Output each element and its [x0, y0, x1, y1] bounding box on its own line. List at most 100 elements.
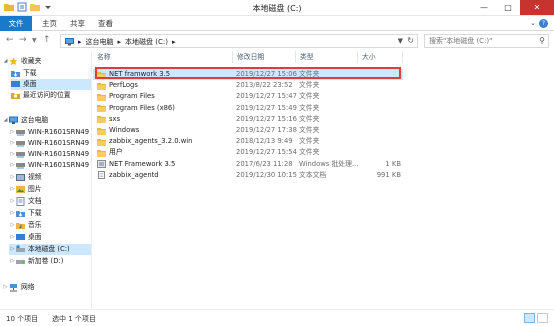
- expand-icon[interactable]: ▷: [9, 208, 16, 219]
- file-type: 文件夹: [299, 137, 320, 146]
- file-name: sxs: [109, 114, 121, 123]
- refresh-icon[interactable]: ↻: [407, 36, 414, 45]
- nav-volume-d[interactable]: ▷ 新加卷 (D:): [9, 256, 64, 267]
- file-row[interactable]: sxs 2019/12/27 15:16 文件夹: [93, 114, 403, 125]
- back-button[interactable]: ←: [6, 35, 14, 45]
- nav-network-drive[interactable]: ▷ WIN-R1601SRN49: [9, 138, 90, 149]
- nav-network-drive[interactable]: ▷ WIN-R1601SRN49: [9, 149, 90, 160]
- file-name: 用户: [109, 148, 123, 157]
- expand-icon[interactable]: ▷: [9, 244, 16, 255]
- window-controls: — □ ✕: [472, 0, 554, 15]
- expand-icon[interactable]: ▷: [2, 282, 9, 293]
- file-date: 2019/12/27 15:47: [236, 92, 297, 101]
- recent-locations-icon[interactable]: ▼: [32, 37, 37, 44]
- tab-share[interactable]: 共享: [62, 16, 93, 31]
- nav-item-label: 图片: [28, 185, 42, 193]
- file-name: PerfLogs: [109, 81, 138, 90]
- column-header-date[interactable]: 修改日期: [233, 51, 296, 63]
- expand-icon[interactable]: ▷: [9, 196, 16, 207]
- file-row[interactable]: 用户 2019/12/27 15:54 文件夹: [93, 147, 403, 158]
- file-row[interactable]: zabbix_agentd 2019/12/30 10:15 文本文档 991 KB: [93, 170, 403, 181]
- maximize-button[interactable]: □: [496, 0, 520, 15]
- expand-icon[interactable]: ▷: [9, 184, 16, 195]
- details-view-button[interactable]: [524, 313, 535, 323]
- nav-network-drive[interactable]: ▷ WIN-R1601SRN49: [9, 160, 90, 171]
- expand-icon[interactable]: ▷: [9, 172, 16, 183]
- documents-folder-icon: [16, 197, 25, 206]
- nav-item-label: WIN-R1601SRN49: [28, 139, 90, 147]
- file-row[interactable]: Windows 2019/12/27 17:38 文件夹: [93, 125, 403, 136]
- folder-icon: [97, 138, 109, 146]
- desktop-icon: [16, 234, 25, 240]
- nav-recent-places[interactable]: 最近访问的位置: [11, 90, 71, 101]
- collapse-icon[interactable]: ◢: [2, 56, 9, 67]
- file-size: 1 KB: [385, 159, 401, 168]
- nav-this-pc-label: 这台电脑: [21, 116, 49, 124]
- nav-documents[interactable]: ▷ 文档: [9, 196, 42, 207]
- folder-icon: [97, 127, 109, 135]
- expand-icon[interactable]: ▷: [9, 127, 16, 138]
- file-date: 2017/6/23 11:28: [236, 159, 293, 168]
- file-row[interactable]: NET Framework 3.5 2017/6/23 11:28 Windows …: [93, 159, 403, 170]
- nav-network[interactable]: ▷ 网络: [2, 282, 35, 293]
- folder-icon: [97, 115, 109, 124]
- nav-favorites[interactable]: ◢ 收藏夹: [2, 56, 41, 67]
- expand-icon[interactable]: ▷: [9, 160, 16, 171]
- file-type: Windows 批处理...: [299, 159, 359, 168]
- collapse-icon[interactable]: ◢: [2, 115, 9, 126]
- up-button[interactable]: ↑: [43, 35, 51, 45]
- close-button[interactable]: ✕: [520, 0, 554, 15]
- nav-desktop-fav[interactable]: 桌面: [11, 79, 91, 90]
- nav-item-label: 下载: [23, 69, 37, 77]
- expand-icon[interactable]: ▷: [9, 232, 16, 243]
- nav-music[interactable]: ▷ 音乐: [9, 220, 42, 231]
- file-name: Windows: [109, 126, 140, 134]
- expand-icon[interactable]: ▷: [9, 149, 16, 160]
- expand-icon[interactable]: ▷: [9, 220, 16, 231]
- column-header-type[interactable]: 类型: [296, 51, 358, 63]
- nav-network-drive[interactable]: ▷ WIN-R1601SRN49: [9, 127, 90, 138]
- file-name: Program Files: [109, 92, 155, 101]
- help-icon[interactable]: ?: [539, 19, 548, 28]
- nav-pictures[interactable]: ▷ 图片: [9, 184, 42, 195]
- forward-button[interactable]: →: [19, 35, 27, 45]
- file-row[interactable]: zabbix_agents_3.2.0.win 2018/12/13 9:49 文件…: [93, 136, 403, 147]
- expand-icon[interactable]: ▷: [9, 256, 16, 267]
- file-name: NET Framework 3.5: [109, 159, 176, 168]
- nav-item-label: WIN-R1601SRN49: [28, 161, 90, 169]
- column-header-name[interactable]: 名称: [93, 51, 233, 63]
- tab-file[interactable]: 文件: [0, 16, 32, 31]
- network-drive-icon: [16, 141, 25, 147]
- folder-icon: [97, 104, 109, 113]
- large-icons-view-button[interactable]: [537, 313, 548, 323]
- nav-local-disk-c[interactable]: ▷ 本地磁盘 (C:): [9, 244, 91, 255]
- file-row[interactable]: PerfLogs 2013/8/22 23:52 文件夹: [93, 80, 403, 91]
- tab-view[interactable]: 查看: [90, 16, 121, 31]
- column-header-size[interactable]: 大小: [358, 51, 403, 63]
- nav-downloads[interactable]: ▷ 下载: [9, 208, 42, 219]
- network-drive-icon: [16, 152, 25, 158]
- expand-icon[interactable]: ▷: [9, 138, 16, 149]
- expand-ribbon-icon[interactable]: ⌄: [530, 19, 536, 27]
- drive-icon: [16, 260, 25, 264]
- file-type: 文件夹: [299, 92, 320, 101]
- tab-home[interactable]: 主页: [34, 16, 65, 31]
- nav-item-label: 新加卷 (D:): [28, 257, 64, 265]
- window-title: 本地磁盘 (C:): [252, 4, 302, 13]
- nav-item-label: 下载: [28, 209, 42, 217]
- breadcrumb-local-disk[interactable]: 本地磁盘 (C:): [125, 37, 168, 47]
- nav-videos[interactable]: ▷ 视频: [9, 172, 42, 183]
- minimize-button[interactable]: —: [472, 0, 496, 15]
- file-row[interactable]: Program Files 2019/12/27 15:47 文件夹: [93, 91, 403, 102]
- recent-places-icon: [11, 93, 20, 99]
- file-type: 文件夹: [299, 126, 320, 134]
- search-icon[interactable]: ⚲: [539, 36, 545, 45]
- search-input[interactable]: [425, 35, 535, 47]
- nav-this-pc[interactable]: ◢ 这台电脑: [2, 115, 48, 126]
- breadcrumb-this-pc[interactable]: 这台电脑: [86, 37, 114, 47]
- nav-downloads-fav[interactable]: 下载: [11, 68, 37, 79]
- address-dropdown-icon[interactable]: ▼: [398, 37, 403, 45]
- nav-desktop[interactable]: ▷ 桌面: [9, 232, 42, 243]
- file-row[interactable]: Program Files (x86) 2019/12/27 15:49 文件夹: [93, 103, 403, 114]
- address-bar[interactable]: ▸ 这台电脑 ▸ 本地磁盘 (C:) ▸ ▼ ↻: [60, 34, 418, 48]
